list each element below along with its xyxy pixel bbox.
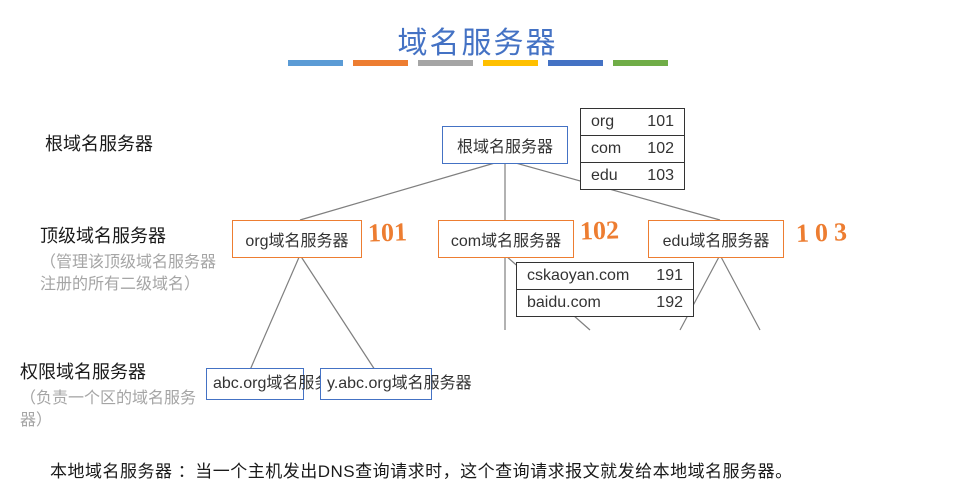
root-record-org: org 101	[581, 109, 684, 136]
level-root-label: 根域名服务器	[45, 130, 153, 156]
level-tld-sub: （管理该顶级域名服务器注册的所有二级域名）	[40, 252, 230, 295]
root-record-com-addr: 102	[647, 140, 674, 158]
handnote-102: 102	[579, 215, 619, 246]
root-record-edu-addr: 103	[647, 167, 674, 185]
bar-navy	[548, 60, 603, 66]
level-root-name: 根域名服务器	[45, 130, 153, 156]
bar-gray	[418, 60, 473, 66]
root-record-org-name: org	[591, 113, 614, 131]
root-record-edu: edu 103	[581, 163, 684, 189]
com-record-cskaoyan-name: cskaoyan.com	[527, 267, 629, 285]
node-auth-yabc: y.abc.org域名服务器	[320, 368, 432, 400]
node-tld-com: com域名服务器	[438, 220, 574, 258]
node-tld-edu: edu域名服务器	[648, 220, 784, 258]
com-record-cskaoyan-addr: 191	[656, 267, 683, 285]
level-tld-name: 顶级域名服务器	[40, 222, 230, 248]
level-tld-label: 顶级域名服务器 （管理该顶级域名服务器注册的所有二级域名）	[40, 222, 230, 295]
footer-local-dns: 本地域名服务器 ：当一个主机发出DNS查询请求时，这个查询请求报文就发给本地域名…	[50, 457, 793, 482]
com-record-cskaoyan: cskaoyan.com 191	[517, 263, 693, 290]
page-title: 域名服务器	[0, 18, 955, 62]
level-auth-label: 权限域名服务器 （负责一个区的域名服务器）	[20, 358, 220, 431]
bar-orange	[353, 60, 408, 66]
root-records: org 101 com 102 edu 103	[580, 108, 685, 190]
bar-blue	[288, 60, 343, 66]
root-record-org-addr: 101	[647, 113, 674, 131]
root-record-com: com 102	[581, 136, 684, 163]
level-auth-sub: （负责一个区的域名服务器）	[20, 388, 220, 431]
node-root: 根域名服务器	[442, 126, 568, 164]
handnote-101: 101	[367, 217, 407, 248]
com-record-baidu-addr: 192	[656, 294, 683, 312]
root-record-com-name: com	[591, 140, 621, 158]
node-auth-abc: abc.org域名服务器	[206, 368, 304, 400]
bar-yellow	[483, 60, 538, 66]
com-record-baidu: baidu.com 192	[517, 290, 693, 316]
node-tld-org: org域名服务器	[232, 220, 362, 258]
title-divider	[0, 60, 955, 66]
com-record-baidu-name: baidu.com	[527, 294, 601, 312]
level-auth-name: 权限域名服务器	[20, 358, 220, 384]
root-record-edu-name: edu	[591, 167, 618, 185]
bar-green	[613, 60, 668, 66]
handnote-103: 103	[795, 217, 853, 249]
com-records: cskaoyan.com 191 baidu.com 192	[516, 262, 694, 317]
